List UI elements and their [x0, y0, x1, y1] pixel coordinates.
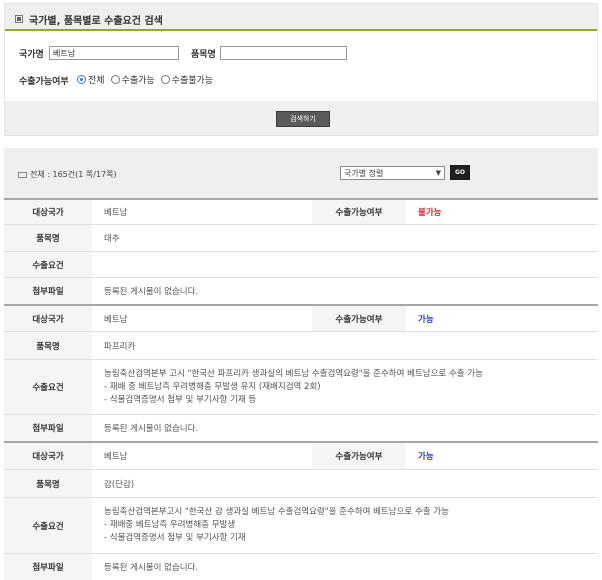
country-label: 대상국가 — [4, 200, 92, 224]
item-value: 대추 — [104, 234, 120, 244]
record-row-attachment: 첨부파일 등록된 게시물이 없습니다. — [4, 554, 598, 580]
attachment-value: 등록된 게시물이 없습니다. — [104, 287, 199, 297]
chevron-down-icon: ▼ — [435, 169, 441, 177]
item-label: 품목명 — [4, 225, 92, 251]
status-label: 수출가능여부 — [312, 306, 406, 331]
attachment-value: 등록된 게시물이 없습니다. — [104, 563, 199, 573]
requirement-line: 농림축산검역본부 고시 "한국산 파프리카 생과실의 베트남 수출검역요령"을 … — [104, 368, 483, 379]
record-row-country: 대상국가 베트남 수출가능여부 가능 — [4, 443, 598, 470]
radio-unselected-icon — [160, 75, 170, 84]
result-record: 대상국가 베트남 수출가능여부 불가능 품목명 대추 수출요건 첨부파일 등록된… — [4, 198, 598, 304]
search-form: 국가명 품목명 수출가능여부 전체 수출가능 수출불가능 — [5, 31, 597, 101]
item-input[interactable] — [220, 46, 347, 60]
item-label: 품목명 — [191, 50, 216, 60]
export-possible-label: 수출가능여부 — [19, 77, 69, 87]
go-button[interactable]: GO — [450, 165, 470, 180]
search-panel: 국가별, 품목별로 수출요건 검색 국가명 품목명 수출가능여부 전체 수출가능… — [4, 3, 598, 136]
country-label: 대상국가 — [4, 443, 92, 469]
status-value: 가능 — [418, 452, 434, 462]
record-row-requirements: 수출요건 농림축산검역본부고시 "한국산 감 생과실 베트남 수출검역요령"을 … — [4, 498, 598, 554]
status-value: 불가능 — [418, 208, 442, 218]
result-record: 대상국가 베트남 수출가능여부 가능 품목명 파프리카 수출요건 농림축산검역본… — [4, 304, 598, 441]
radio-selected-icon — [77, 75, 86, 84]
country-label: 대상국가 — [4, 306, 92, 331]
requirement-line: - 재배 중 베트남측 우려병해충 무발생 유지 (재배지검역 2회) — [104, 381, 321, 392]
record-row-country: 대상국가 베트남 수출가능여부 불가능 — [4, 200, 598, 225]
status-label: 수출가능여부 — [312, 443, 406, 469]
country-value: 베트남 — [104, 208, 128, 218]
item-value: 감(단감) — [104, 479, 135, 490]
checkbox-bullet-icon — [15, 15, 23, 23]
record-row-requirements: 수출요건 농림축산검역본부 고시 "한국산 파프리카 생과실의 베트남 수출검역… — [4, 360, 598, 415]
search-button[interactable]: 검색하기 — [276, 111, 330, 127]
total-count: 전체 : 165건(1 쪽/17쪽) — [18, 169, 117, 180]
country-value: 베트남 — [104, 452, 128, 462]
requirement-line: - 식물검역증명서 첨부 및 부기사항 기재 — [104, 533, 246, 543]
requirements-label: 수출요건 — [4, 252, 92, 277]
country-label: 국가명 — [19, 50, 44, 60]
radio-possible[interactable]: 수출가능 — [110, 73, 155, 86]
radio-possible-label: 수출가능 — [121, 76, 155, 86]
results-list: 대상국가 베트남 수출가능여부 불가능 품목명 대추 수출요건 첨부파일 등록된… — [4, 198, 598, 580]
record-row-item: 품목명 감(단감) — [4, 470, 598, 498]
record-row-country: 대상국가 베트남 수출가능여부 가능 — [4, 306, 598, 332]
record-row-item: 품목명 대추 — [4, 225, 598, 252]
radio-all-label: 전체 — [88, 76, 105, 86]
result-record: 대상국가 베트남 수출가능여부 가능 품목명 감(단감) 수출요건 농림축산검역… — [4, 441, 598, 580]
attachment-value: 등록된 게시물이 없습니다. — [104, 424, 199, 434]
requirement-line: - 재배중 베트남측 우려병해충 무발생 — [104, 520, 236, 530]
requirements-label: 수출요건 — [4, 498, 92, 553]
total-count-text: 전체 : 165건(1 쪽/17쪽) — [30, 170, 117, 179]
radio-all[interactable]: 전체 — [77, 73, 105, 86]
requirement-line: - 식물검역증명서 첨부 및 부기사항 기재 등 — [104, 394, 257, 405]
sort-select-value: 국가별 정렬 — [344, 168, 384, 178]
item-label: 품목명 — [4, 332, 92, 359]
radio-impossible-label: 수출불가능 — [171, 76, 214, 86]
radio-unselected-icon — [110, 75, 120, 84]
radio-impossible[interactable]: 수출불가능 — [160, 73, 214, 86]
requirement-line: 농림축산검역본부고시 "한국산 감 생과실 베트남 수출검역요령"을 준수하여 … — [104, 507, 449, 517]
status-label: 수출가능여부 — [312, 200, 406, 224]
status-value: 가능 — [418, 314, 434, 325]
export-radio-group: 전체 수출가능 수출불가능 — [77, 73, 219, 86]
list-icon — [18, 171, 27, 178]
record-row-attachment: 첨부파일 등록된 게시물이 없습니다. — [4, 415, 598, 441]
record-row-requirements: 수출요건 — [4, 252, 598, 278]
requirements-value: 농림축산검역본부 고시 "한국산 파프리카 생과실의 베트남 수출검역요령"을 … — [92, 360, 598, 414]
attachment-label: 첨부파일 — [4, 554, 92, 580]
item-value: 파프리카 — [104, 341, 136, 352]
requirements-value — [92, 252, 598, 277]
search-title: 국가별, 품목별로 수출요건 검색 — [15, 11, 163, 27]
requirements-label: 수출요건 — [4, 360, 92, 414]
attachment-label: 첨부파일 — [4, 278, 92, 304]
sort-select[interactable]: 국가별 정렬 ▼ — [340, 166, 445, 180]
list-header-bar: 전체 : 165건(1 쪽/17쪽) 국가별 정렬 ▼ GO — [4, 148, 598, 198]
item-label: 품목명 — [4, 470, 92, 497]
country-input[interactable] — [49, 46, 179, 60]
record-row-attachment: 첨부파일 등록된 게시물이 없습니다. — [4, 278, 598, 304]
search-title-text: 국가별, 품목별로 수출요건 검색 — [29, 15, 163, 27]
attachment-label: 첨부파일 — [4, 415, 92, 441]
requirements-value: 농림축산검역본부고시 "한국산 감 생과실 베트남 수출검역요령"을 준수하여 … — [92, 498, 598, 553]
record-row-item: 품목명 파프리카 — [4, 332, 598, 360]
country-value: 베트남 — [104, 314, 128, 325]
